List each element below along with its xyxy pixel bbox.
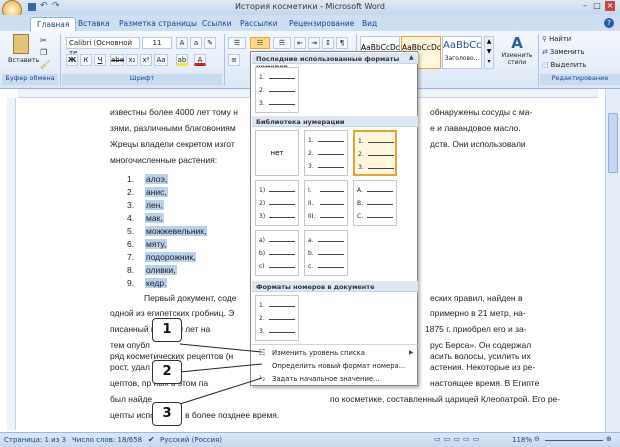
zoom-in-icon[interactable]: ⊕	[606, 435, 612, 443]
status-bar: Страница: 1 из 3 Число слов: 18/658 ✔ Ру…	[0, 432, 620, 447]
status-page[interactable]: Страница: 1 из 3	[4, 436, 66, 444]
view-buttons[interactable]: ▭▭▭▭▭	[434, 435, 482, 443]
callout-3: 3	[152, 402, 182, 426]
zoom-level[interactable]: 118%	[512, 436, 532, 444]
zoom-slider[interactable]	[545, 440, 603, 441]
zoom-out-icon[interactable]: ⊖	[534, 435, 540, 443]
callout-lines	[179, 343, 263, 405]
callout-2: 2	[152, 360, 182, 384]
callout-1: 1	[152, 318, 182, 342]
status-words[interactable]: Число слов: 18/658	[72, 436, 142, 444]
status-language[interactable]: Русский (Россия)	[160, 436, 222, 444]
spelling-icon[interactable]: ✔	[148, 435, 155, 444]
